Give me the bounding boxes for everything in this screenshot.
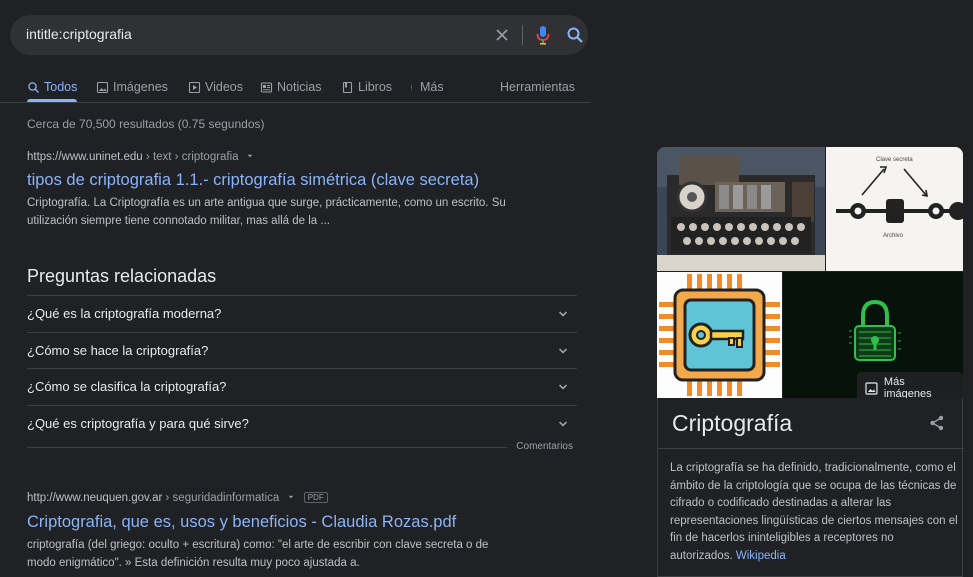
question-text: ¿Cómo se hace la criptografía?	[27, 342, 209, 358]
footer-divider	[27, 447, 507, 448]
result-snippet: Criptografía. La Criptografía es un arte…	[27, 194, 557, 230]
video-icon	[188, 81, 201, 93]
more-images-label: Más imágenes	[883, 376, 932, 398]
knowledge-panel: Criptografía La criptografía se ha defin…	[657, 398, 964, 577]
result-title-link[interactable]: tipos de criptografia 1.1.- criptografía…	[27, 171, 479, 190]
tab-label: Videos	[205, 80, 243, 94]
related-question[interactable]: ¿Cómo se hace la criptografía?	[27, 331, 577, 369]
symmetric-key-diagram-image[interactable]: Clave secreta Archivo	[826, 147, 963, 271]
mic-icon[interactable]	[535, 24, 551, 46]
chevron-down-icon	[558, 420, 568, 427]
related-questions-list: ¿Qué es la criptografía moderna? ¿Cómo s…	[27, 295, 577, 441]
question-text: ¿Qué es la criptografía moderna?	[27, 306, 222, 322]
tab-todos[interactable]: Todos	[27, 80, 77, 94]
tab-videos[interactable]: Videos	[188, 80, 243, 94]
snippet-line: criptografía (del griego: oculto + escri…	[27, 539, 489, 551]
search-input[interactable]: intitle:criptografia	[26, 26, 132, 42]
snippet-line: utilización siempre tiene connotado mili…	[27, 215, 330, 227]
chevron-down-icon	[558, 347, 568, 354]
result-title-link[interactable]: Criptografia, que es, usos y beneficios …	[27, 513, 456, 532]
diagram-label: Archivo	[883, 233, 904, 239]
search-bar[interactable]: intitle:criptografia	[10, 15, 588, 55]
result-path: › text › criptografia	[142, 151, 239, 163]
feedback-link[interactable]: Comentarios	[516, 441, 573, 452]
tab-mas[interactable]: Más	[410, 80, 444, 94]
tab-label: Libros	[358, 80, 393, 94]
search-tabs: Todos Imágenes Videos Noticias Libros Má…	[0, 80, 590, 102]
knowledge-panel-divider	[658, 448, 964, 449]
tools-button[interactable]: Herramientas	[500, 80, 575, 94]
tab-noticias[interactable]: Noticias	[260, 80, 321, 94]
result-stats: Cerca de 70,500 resultados (0.75 segundo…	[27, 117, 265, 131]
more-vert-icon	[410, 84, 412, 90]
result-url: https://www.uninet.edu › text › criptogr…	[27, 151, 254, 163]
key-chip-image[interactable]	[657, 272, 782, 398]
more-images-button[interactable]: Más imágenes	[857, 372, 963, 398]
related-question[interactable]: ¿Qué es criptografía y para qué sirve?	[27, 404, 577, 442]
diagram-label: Clave secreta	[876, 157, 913, 163]
book-icon	[342, 81, 353, 93]
search-icon	[28, 81, 39, 93]
tab-imagenes[interactable]: Imágenes	[96, 80, 168, 94]
tab-label: Más	[420, 80, 444, 94]
enigma-machine-image[interactable]	[657, 147, 825, 271]
related-question[interactable]: ¿Qué es la criptografía moderna?	[27, 295, 577, 332]
knowledge-panel-images[interactable]: Clave secreta Archivo Más imágenes	[657, 147, 963, 398]
news-icon	[260, 81, 273, 93]
question-text: ¿Cómo se clasifica la criptografía?	[27, 379, 227, 395]
result-domain: http://www.neuquen.gov.ar	[27, 492, 163, 504]
description-text: La criptografía se ha definido, tradicio…	[670, 462, 958, 562]
image-icon	[865, 381, 878, 395]
tools-label: Herramientas	[500, 80, 576, 94]
tab-label: Noticias	[277, 80, 322, 94]
pdf-badge: PDF	[303, 492, 328, 503]
wikipedia-link[interactable]: Wikipedia	[736, 550, 786, 562]
image-icon	[96, 81, 109, 93]
question-text: ¿Qué es criptografía y para qué sirve?	[27, 415, 249, 431]
tab-label: Todos	[44, 80, 78, 94]
tab-libros[interactable]: Libros	[341, 80, 392, 94]
tab-label: Imágenes	[113, 80, 168, 94]
search-icon[interactable]	[565, 25, 585, 45]
caret-down-icon[interactable]	[287, 493, 295, 501]
related-questions-title: Preguntas relacionadas	[27, 266, 217, 286]
snippet-line: Criptografía. La Criptografía es un arte…	[27, 197, 506, 209]
caret-down-icon[interactable]	[246, 152, 254, 160]
knowledge-panel-title: Criptografía	[672, 410, 793, 436]
result-path: › seguridadinformatica	[162, 492, 280, 504]
snippet-line: modo enigmático". » Esta definición resu…	[27, 557, 360, 569]
clear-icon[interactable]	[492, 25, 512, 45]
result-url: http://www.neuquen.gov.ar › seguridadinf…	[27, 492, 328, 504]
search-divider	[522, 25, 523, 45]
result-snippet: criptografía (del griego: oculto + escri…	[27, 536, 557, 572]
tabs-divider	[0, 102, 590, 103]
result-domain: https://www.uninet.edu	[27, 151, 143, 163]
chevron-down-icon	[558, 384, 568, 390]
related-question[interactable]: ¿Cómo se clasifica la criptografía?	[27, 368, 577, 405]
chevron-down-icon	[558, 311, 568, 317]
knowledge-panel-description: La criptografía se ha definido, tradicio…	[670, 460, 958, 565]
related-questions-footer: Comentarios	[27, 441, 577, 452]
share-icon[interactable]	[928, 414, 946, 432]
